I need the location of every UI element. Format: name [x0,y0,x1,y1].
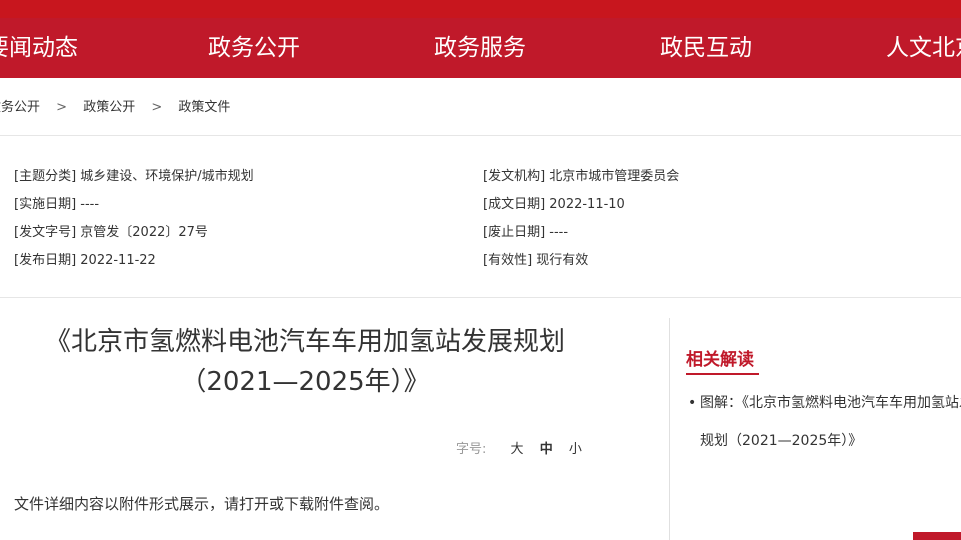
meta-abolish-date: [废止日期] ---- [483,225,569,240]
article-title-line2: （2021—2025年）》 [180,367,430,397]
font-size-label: 字号: [456,442,487,457]
related-title-underline [686,373,759,375]
top-strip [0,0,961,18]
font-size-small-button[interactable]: 小 [569,442,582,457]
breadcrumb-separator: > [56,100,68,115]
meta-doc-number: [发文字号] 京管发〔2022〕27号 [14,225,208,240]
divider [0,297,961,298]
font-size-control: 字号: 大 中 小 [456,438,582,457]
column-divider [669,318,670,540]
meta-effective-date: [实施日期] ---- [14,197,100,212]
breadcrumb-separator: > [151,100,163,115]
meta-topic: [主题分类] 城乡建设、环境保护/城市规划 [14,169,254,184]
font-size-large-button[interactable]: 大 [511,442,524,457]
breadcrumb-policy-open[interactable]: 政策公开 [83,100,135,115]
nav-item-gov-service[interactable]: 政务服务 [434,18,526,78]
meta-publish-date: [发布日期] 2022-11-22 [14,253,156,268]
article-title-line1: 《北京市氢燃料电池汽车车用加氢站发展规划 [44,327,565,357]
breadcrumb-gov-open[interactable]: 政务公开 [0,100,40,115]
main-nav: 要闻动态 政务公开 政务服务 政民互动 人文北京 [0,18,961,78]
meta-validity: [有效性] 现行有效 [483,253,589,268]
article-body: 文件详细内容以附件形式展示，请打开或下载附件查阅。 [14,495,390,513]
breadcrumb-policy-docs[interactable]: 政策文件 [178,100,230,115]
nav-item-news[interactable]: 要闻动态 [0,18,78,78]
back-to-top-button[interactable] [913,532,961,540]
article-title: 《北京市氢燃料电池汽车车用加氢站发展规划 （2021—2025年）》 [0,322,610,402]
related-title: 相关解读 [686,350,754,370]
nav-item-interaction[interactable]: 政民互动 [660,18,752,78]
font-size-medium-button[interactable]: 中 [540,442,553,457]
meta-issuer: [发文机构] 北京市城市管理委员会 [483,169,680,184]
meta-written-date: [成文日期] 2022-11-10 [483,197,625,212]
bullet-icon: • [688,395,697,411]
related-link[interactable]: • 图解：《北京市氢燃料电池汽车车用加氢站发展规划（2021—2025年）》 [688,384,961,460]
breadcrumb: 政务公开 > 政策公开 > 政策文件 [0,96,242,118]
related-link-text[interactable]: 图解：《北京市氢燃料电池汽车车用加氢站发展规划（2021—2025年）》 [690,384,961,460]
nav-item-gov-open[interactable]: 政务公开 [208,18,300,78]
divider [0,135,961,136]
nav-item-culture[interactable]: 人文北京 [886,18,961,78]
